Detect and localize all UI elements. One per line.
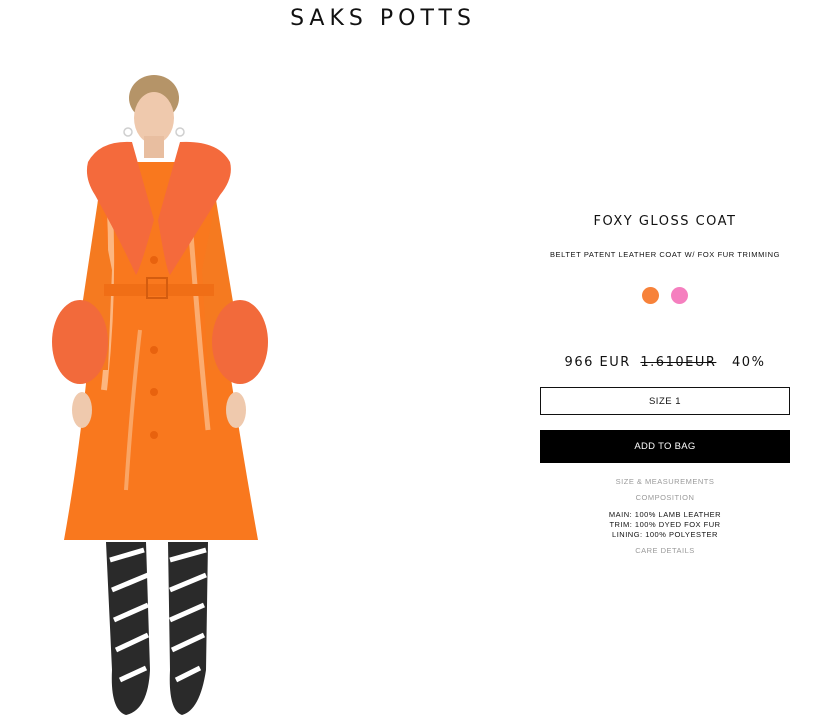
color-swatch-orange[interactable] <box>642 287 659 304</box>
original-price: 1.610EUR <box>640 355 717 370</box>
discount-badge: 40% <box>732 355 766 370</box>
size-measurements-link[interactable]: SIZE & MEASUREMENTS <box>540 477 790 486</box>
product-image <box>52 75 268 715</box>
composition-main: MAIN: 100% LAMB LEATHER <box>608 510 722 519</box>
product-subtitle: BELTET PATENT LEATHER COAT W/ FOX FUR TR… <box>549 250 781 259</box>
size-select[interactable]: SIZE 1 <box>540 387 790 415</box>
add-to-bag-button[interactable]: ADD TO BAG <box>540 430 790 463</box>
current-price: 966 EUR <box>564 355 631 370</box>
color-swatches <box>540 287 790 304</box>
care-details-link[interactable]: CARE DETAILS <box>540 546 790 555</box>
product-title: FOXY GLOSS COAT <box>593 214 737 229</box>
color-swatch-pink[interactable] <box>671 287 688 304</box>
composition-trim: TRIM: 100% DYED FOX FUR <box>609 520 721 529</box>
price-row: 966 EUR 1.610EUR 40% <box>540 355 790 370</box>
brand-logo[interactable]: SAKS POTTS <box>0 6 766 31</box>
composition-link[interactable]: COMPOSITION <box>540 493 790 502</box>
composition-lining: LINING: 100% POLYESTER <box>612 530 718 539</box>
